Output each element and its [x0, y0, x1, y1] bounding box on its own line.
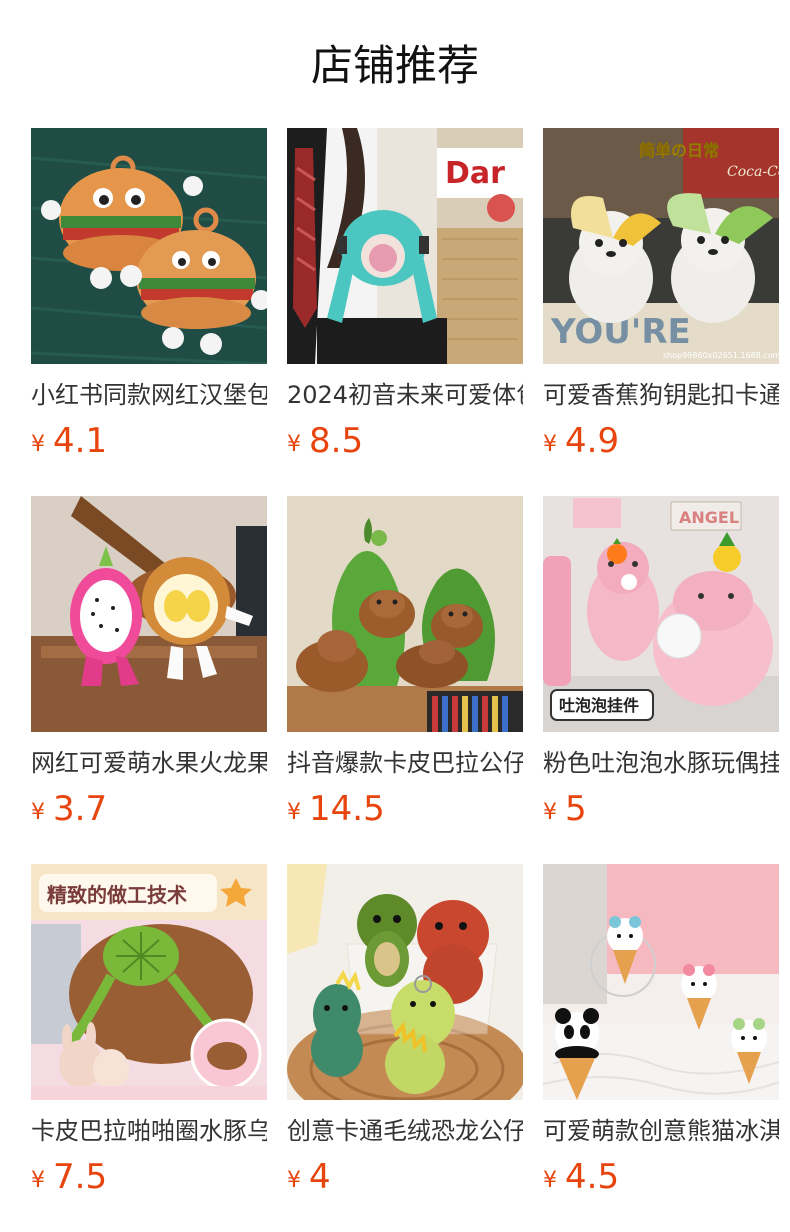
product-image-pink-capybara[interactable]: ANGEL 吐泡泡挂件 [543, 496, 779, 732]
product-name[interactable]: 网红可爱萌水果火龙果榴莲挂件 [31, 746, 267, 780]
price-value: 4.1 [53, 421, 108, 461]
page-title: 店铺推荐 [310, 41, 479, 90]
product-price: ¥14.5 [287, 787, 523, 831]
product-image-banana-dog[interactable]: Coca-Cola YOU'RE 简单の日常 shop [543, 128, 779, 364]
product-card[interactable]: Coca-Cola YOU'RE 简单の日常 shop [543, 128, 779, 496]
currency-symbol: ¥ [543, 800, 557, 825]
product-card[interactable]: 网红可爱萌水果火龙果榴莲挂件 ¥3.7 [31, 496, 267, 864]
svg-text:shop99860x02651.1688.com: shop99860x02651.1688.com [663, 351, 779, 360]
product-name[interactable]: 卡皮巴拉啪啪圈水豚乌龟挂件 [31, 1114, 267, 1148]
image-caption: 精致的做工技术 [47, 883, 187, 907]
product-card[interactable]: ANGEL 吐泡泡挂件 粉色吐泡泡水豚玩偶挂 ¥ 5 [543, 496, 779, 864]
product-card[interactable]: 创意卡通毛绒恐龙公仔挂件 ¥4 [287, 864, 523, 1232]
product-name[interactable]: 可爱萌款创意熊猫冰淇淋挂件 [543, 1114, 779, 1148]
product-price: ¥5 [543, 787, 779, 831]
product-price: ¥4 [287, 1155, 523, 1199]
price-value: 3.7 [53, 789, 108, 829]
price-value: 4.5 [565, 1157, 620, 1197]
product-image-capybara-avocado[interactable] [287, 496, 523, 732]
product-card[interactable]: 小红书同款网红汉堡包零钱包挂件 ¥4.1 [31, 128, 267, 496]
product-card[interactable]: 可爱萌款创意熊猫冰淇淋挂件 ¥4.5 [543, 864, 779, 1232]
product-price: ¥4.1 [31, 419, 267, 463]
product-price: ¥8.5 [287, 419, 523, 463]
product-price: ¥4.5 [543, 1155, 779, 1199]
price-value: 14.5 [309, 789, 385, 829]
image-caption: 吐泡泡挂件 [559, 696, 639, 715]
product-name[interactable]: 可爱香蕉狗钥匙扣卡通挂件 [543, 378, 779, 412]
product-image-capybara-turtle[interactable]: 精致的做工技术 [31, 864, 267, 1100]
product-grid: 小红书同款网红汉堡包零钱包挂件 ¥4.1 Dar [31, 128, 779, 1232]
currency-symbol: ¥ [31, 432, 45, 457]
currency-symbol: ¥ [543, 1168, 557, 1193]
product-image-miku[interactable]: Dar [287, 128, 523, 364]
product-name[interactable]: 粉色吐泡泡水豚玩偶挂件 [543, 746, 779, 780]
product-price: ¥3.7 [31, 787, 267, 831]
product-price: ¥7.5 [31, 1155, 267, 1199]
product-image-fruit-plush[interactable] [31, 496, 267, 732]
price-value: 8.5 [309, 421, 364, 461]
price-value: 7.5 [53, 1157, 108, 1197]
product-image-panda-icecream[interactable] [543, 864, 779, 1100]
sign-text: ANGEL [679, 508, 739, 527]
price-value: 4.9 [565, 421, 620, 461]
product-name[interactable]: 创意卡通毛绒恐龙公仔挂件 [287, 1114, 523, 1148]
product-name[interactable]: 抖音爆款卡皮巴拉公仔牛油果 [287, 746, 523, 780]
svg-text:Dar: Dar [445, 156, 505, 191]
currency-symbol: ¥ [543, 432, 557, 457]
currency-symbol: ¥ [287, 432, 301, 457]
product-price: ¥4.9 [543, 419, 779, 463]
product-card[interactable]: Dar 2024初音未来可爱体包挂件 [287, 128, 523, 496]
currency-symbol: ¥ [31, 1168, 45, 1193]
currency-symbol: ¥ [31, 800, 45, 825]
product-image-dinosaur[interactable] [287, 864, 523, 1100]
product-name[interactable]: 2024初音未来可爱体包挂件 [287, 378, 523, 412]
svg-text:Coca-Cola: Coca-Cola [727, 164, 779, 180]
product-name[interactable]: 小红书同款网红汉堡包零钱包挂件 [31, 378, 267, 412]
product-image-hamburger[interactable] [31, 128, 267, 364]
image-caption: 简单の日常 [639, 141, 719, 160]
currency-symbol: ¥ [287, 800, 301, 825]
product-card[interactable]: 精致的做工技术 卡皮巴拉啪啪圈水豚乌 ¥ 7.5 [31, 864, 267, 1232]
price-value: 4 [309, 1157, 331, 1197]
price-value: 5 [565, 789, 587, 829]
product-card[interactable]: 抖音爆款卡皮巴拉公仔牛油果 ¥14.5 [287, 496, 523, 864]
recommendation-page: 店铺推荐 小红书同款网红汉堡包 ¥ 4.1 Dar 2024初音未来可爱体 ¥ … [0, 0, 790, 1232]
currency-symbol: ¥ [287, 1168, 301, 1193]
